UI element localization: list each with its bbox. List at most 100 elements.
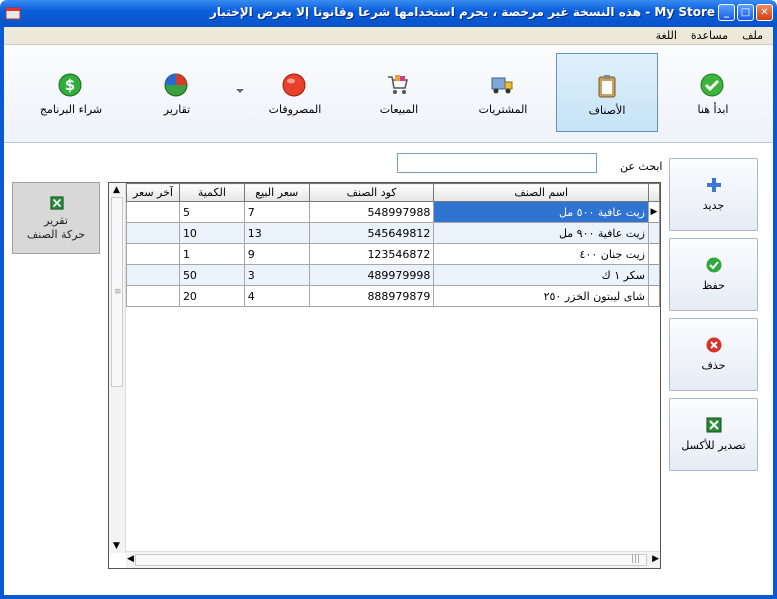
scroll-right-arrow-icon[interactable]: ▶ <box>652 554 659 564</box>
cell-price[interactable]: 13 <box>243 222 310 244</box>
ribbon-buy-button[interactable]: $ شراء البرنامج <box>20 53 122 132</box>
pie-chart-icon <box>164 73 188 97</box>
vertical-scrollbar[interactable]: ▲ ≡ ▼ <box>109 183 126 553</box>
ribbon-buy-label: شراء البرنامج <box>39 103 103 116</box>
horizontal-scroll-thumb[interactable] <box>135 554 647 566</box>
ribbon-sales-button[interactable]: المبيعات <box>348 53 450 132</box>
menu-file[interactable]: ملف <box>742 29 763 42</box>
scroll-left-arrow-icon[interactable]: ◀ <box>127 554 134 564</box>
menu-language[interactable]: اللغة <box>656 29 677 42</box>
svg-text:$: $ <box>65 76 75 94</box>
cell-price[interactable]: 9 <box>243 243 310 265</box>
export-excel-label: تصدير للأكسل <box>681 439 746 452</box>
excel-icon <box>706 417 722 433</box>
table-row[interactable]: 1 9 123546872 زيت جنان ٤٠٠ <box>126 243 660 265</box>
ribbon-items-button[interactable]: الأصناف <box>556 53 658 132</box>
col-header-name[interactable]: اسم الصنف <box>433 183 649 202</box>
col-header-code[interactable]: كود الصنف <box>308 183 435 202</box>
cell-last-price[interactable] <box>126 285 180 307</box>
row-selector[interactable] <box>647 243 660 265</box>
row-header-corner <box>647 183 660 202</box>
cell-last-price[interactable] <box>126 264 180 286</box>
chevron-down-icon[interactable] <box>236 89 244 93</box>
row-selector[interactable] <box>647 222 660 244</box>
cell-price[interactable]: 7 <box>243 201 310 223</box>
search-label: ابحث عن <box>620 160 663 173</box>
minimize-button[interactable]: _ <box>718 4 735 21</box>
row-selector-arrow-icon[interactable]: ▶ <box>647 201 660 223</box>
cell-qty[interactable]: 1 <box>178 243 245 265</box>
table-row[interactable]: 5 7 548997988 زيت عافية ٥٠٠ مل ▶ <box>126 201 660 223</box>
cell-last-price[interactable] <box>126 222 180 244</box>
cell-last-price[interactable] <box>126 243 180 265</box>
app-icon[interactable] <box>5 5 21 21</box>
report-label-line2: حركة الصنف <box>26 228 86 241</box>
excel-icon <box>50 196 64 210</box>
scroll-down-arrow-icon[interactable]: ▼ <box>113 541 120 551</box>
item-movement-report-label: تقرير حركة الصنف <box>13 214 99 242</box>
ribbon-expenses-label: المصروفات <box>268 103 322 116</box>
ribbon-reports-button[interactable]: تقارير <box>126 53 228 132</box>
delete-button-label: حذف <box>701 359 726 372</box>
table-row[interactable]: 20 4 888979879 شاى ليبتون الخزر ٢٥٠ <box>126 285 660 307</box>
plus-icon <box>707 178 721 192</box>
cell-name[interactable]: سكر ١ ك <box>433 264 649 286</box>
search-input[interactable] <box>397 153 597 173</box>
cell-code[interactable]: 123546872 <box>308 243 435 265</box>
menu-help[interactable]: مساعدة <box>691 29 728 42</box>
new-button[interactable]: جديد <box>669 158 758 231</box>
row-selector[interactable] <box>647 264 660 286</box>
truck-icon <box>491 77 513 94</box>
cell-code[interactable]: 489979998 <box>308 264 435 286</box>
ribbon-purchases-label: المشتريات <box>478 103 528 116</box>
new-button-label: جديد <box>702 199 725 212</box>
table-row[interactable]: 50 3 489979998 سكر ١ ك <box>126 264 660 286</box>
cell-name[interactable]: زيت جنان ٤٠٠ <box>433 243 649 265</box>
col-header-last-price[interactable]: آخر سعر <box>126 183 180 202</box>
cell-last-price[interactable] <box>126 201 180 223</box>
export-excel-button[interactable]: تصدير للأكسل <box>669 398 758 471</box>
check-circle-icon <box>700 73 724 97</box>
ribbon-expenses-button[interactable]: المصروفات <box>244 53 346 132</box>
menu-bar: ملف مساعدة اللغة <box>4 27 773 45</box>
clipboard-icon <box>598 75 616 98</box>
cell-qty[interactable]: 50 <box>178 264 245 286</box>
ribbon-sales-label: المبيعات <box>379 103 419 116</box>
col-header-qty[interactable]: الكمية <box>178 183 245 202</box>
item-movement-report-button[interactable]: تقرير حركة الصنف <box>12 182 100 254</box>
ribbon-items-label: الأصناف <box>588 104 626 117</box>
table-row[interactable]: 10 13 545649812 زيت عافية ٩٠٠ مل <box>126 222 660 244</box>
cell-qty[interactable]: 5 <box>178 201 245 223</box>
content-area: ابحث عن تقرير حركة الصنف ▲ ≡ ▼ آخر سعر ا… <box>4 143 773 595</box>
cell-qty[interactable]: 20 <box>178 285 245 307</box>
ribbon-reports-label: تقارير <box>163 103 191 116</box>
items-grid[interactable]: ▲ ≡ ▼ آخر سعر الكمية سعر البيع كود الصنف… <box>108 182 661 569</box>
ribbon-start-label: ابدأ هنا <box>697 103 729 116</box>
col-header-price[interactable]: سعر البيع <box>243 183 310 202</box>
maximize-button[interactable]: □ <box>737 4 754 21</box>
cell-price[interactable]: 4 <box>243 285 310 307</box>
cell-code[interactable]: 545649812 <box>308 222 435 244</box>
cell-code[interactable]: 548997988 <box>308 201 435 223</box>
row-selector[interactable] <box>647 285 660 307</box>
save-button-label: حفظ <box>702 279 725 292</box>
cell-name[interactable]: شاى ليبتون الخزر ٢٥٠ <box>433 285 649 307</box>
save-button[interactable]: حفظ <box>669 238 758 311</box>
red-ball-icon <box>282 73 306 97</box>
cell-code[interactable]: 888979879 <box>308 285 435 307</box>
cell-name[interactable]: زيت عافية ٩٠٠ مل <box>433 222 649 244</box>
cell-price[interactable]: 3 <box>243 264 310 286</box>
ribbon-toolbar: ابدأ هنا الأصناف المشتريات المبيعات المص… <box>4 45 773 143</box>
ribbon-purchases-button[interactable]: المشتريات <box>452 53 554 132</box>
ribbon-start-button[interactable]: ابدأ هنا <box>662 53 764 132</box>
check-icon <box>706 257 722 273</box>
close-button[interactable]: ✕ <box>756 4 773 21</box>
cell-qty[interactable]: 10 <box>178 222 245 244</box>
window-frame-right <box>773 27 777 599</box>
scroll-grip-icon: ||| <box>631 554 641 564</box>
delete-button[interactable]: حذف <box>669 318 758 391</box>
scroll-up-arrow-icon[interactable]: ▲ <box>113 185 120 195</box>
horizontal-scrollbar[interactable]: ◀ ||| ▶ <box>126 551 660 568</box>
cell-name[interactable]: زيت عافية ٥٠٠ مل <box>433 201 649 223</box>
dollar-icon: $ <box>58 73 82 97</box>
